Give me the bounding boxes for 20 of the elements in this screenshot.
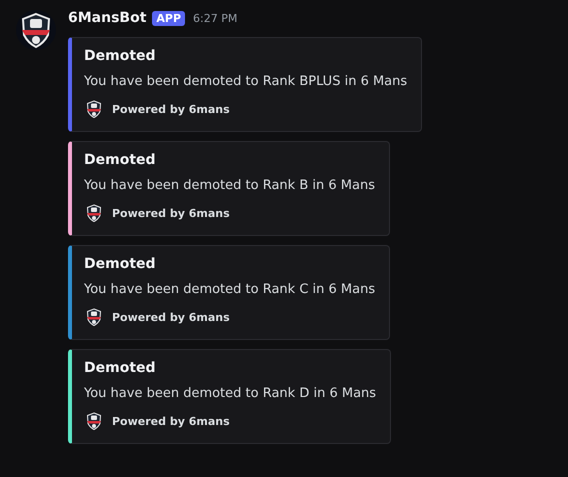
embed-description: You have been demoted to Rank BPLUS in 6 Mans xyxy=(84,74,408,89)
shield-logo-icon xyxy=(84,203,104,223)
embed-description: You have been demoted to Rank C in 6 Mans xyxy=(84,282,376,297)
shield-logo-icon xyxy=(84,307,104,327)
bot-avatar[interactable] xyxy=(16,10,56,50)
embed-title: Demoted xyxy=(84,152,157,168)
embed-footer: Powered by 6mans xyxy=(112,414,230,428)
author-name[interactable]: 6MansBot xyxy=(68,10,146,26)
app-badge: APP xyxy=(152,10,186,26)
embed-footer: Powered by 6mans xyxy=(112,206,230,220)
shield-logo-icon xyxy=(84,411,104,431)
embed-description: You have been demoted to Rank B in 6 Mans xyxy=(84,178,375,193)
shield-logo-icon xyxy=(84,99,104,119)
timestamp: 6:27 PM xyxy=(193,12,238,24)
embed-footer: Powered by 6mans xyxy=(112,102,230,116)
embed-title: Demoted xyxy=(84,48,157,64)
embed-title: Demoted xyxy=(84,256,157,272)
embed-title: Demoted xyxy=(84,360,157,376)
embed-description: You have been demoted to Rank D in 6 Mans xyxy=(84,386,376,401)
embed-footer: Powered by 6mans xyxy=(112,310,230,324)
